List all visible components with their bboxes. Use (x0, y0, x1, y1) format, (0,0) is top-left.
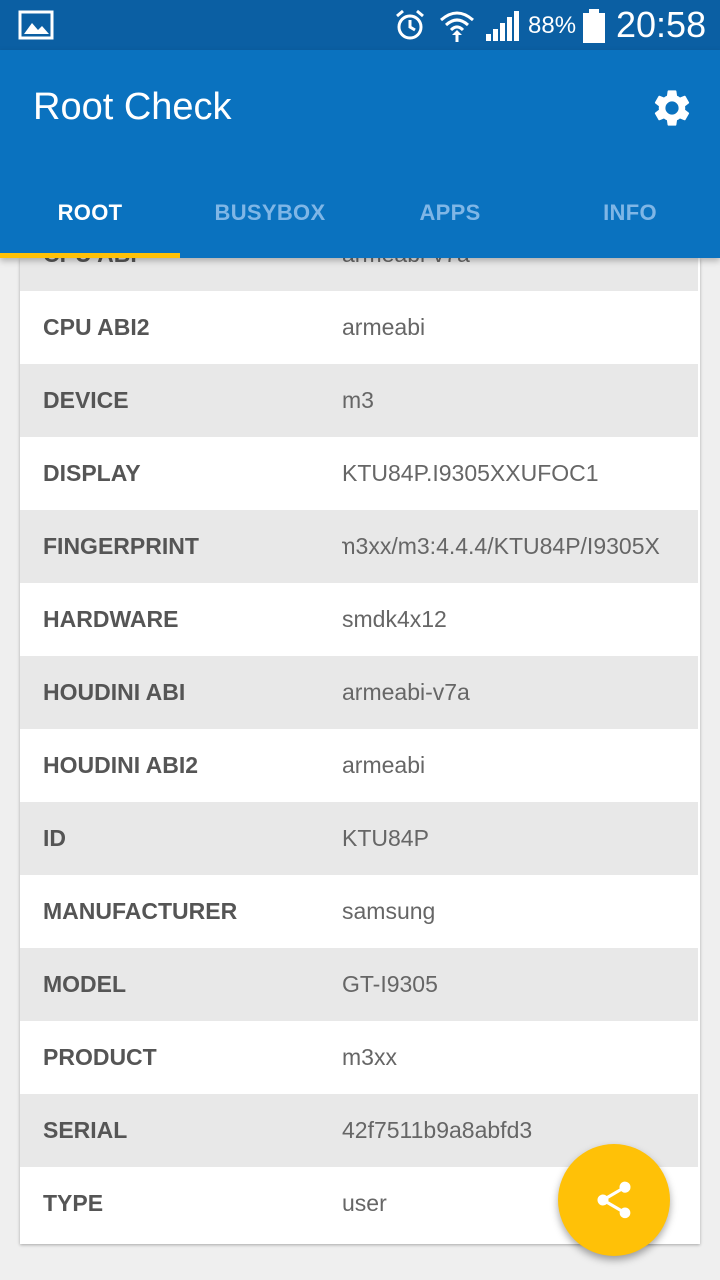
tab-apps[interactable]: APPS (360, 168, 540, 258)
property-value: armeabi (342, 314, 426, 340)
table-row: HARDWARE smdk4x12 (20, 583, 700, 656)
property-value: GT-I9305 (342, 971, 438, 997)
property-value: KTU84P.I9305XXUFOC1 (342, 460, 599, 486)
table-row[interactable]: FINGERPRINT /m3xx/m3:4.4.4/KTU84P/I9305X (20, 510, 698, 583)
battery-icon (583, 9, 605, 43)
status-bar: 88% 20:58 (0, 0, 720, 50)
table-row: CPU ABI armeabi-v7a (20, 258, 698, 291)
table-row: HOUDINI ABI2 armeabi (20, 729, 700, 802)
property-value: armeabi-v7a (342, 679, 470, 705)
tab-busybox[interactable]: BUSYBOX (180, 168, 360, 258)
property-value: samsung (342, 898, 436, 924)
property-key: DEVICE (43, 387, 129, 413)
property-key: DISPLAY (43, 460, 141, 486)
table-row: MODEL GT-I9305 (20, 948, 698, 1021)
property-key: SERIAL (43, 1117, 128, 1143)
property-value: armeabi-v7a (342, 258, 698, 268)
wifi-icon (440, 11, 474, 42)
table-row: MANUFACTURER samsung (20, 875, 700, 948)
property-list: CPU ABI armeabi-v7a CPU ABI2 armeabi DEV… (20, 258, 700, 1240)
share-icon (597, 1181, 631, 1219)
signal-icon (486, 11, 519, 41)
property-key: PRODUCT (43, 1044, 157, 1070)
property-key: HOUDINI ABI (43, 679, 186, 705)
battery-percent: 88% (528, 12, 577, 39)
status-clock: 20:58 (616, 4, 707, 45)
share-button[interactable] (558, 1144, 670, 1256)
property-value: KTU84P (342, 825, 429, 851)
table-row: CPU ABI2 armeabi (20, 291, 700, 364)
property-key: TYPE (43, 1190, 104, 1216)
property-key: CPU ABI (20, 258, 342, 268)
table-row: DISPLAY KTU84P.I9305XXUFOC1 (20, 437, 700, 510)
build-properties-card[interactable]: CPU ABI armeabi-v7a CPU ABI2 armeabi DEV… (20, 258, 700, 1244)
property-value: smdk4x12 (342, 606, 447, 632)
tab-info[interactable]: INFO (540, 168, 720, 258)
property-key: MODEL (43, 971, 127, 997)
property-value: m3xx (342, 1044, 397, 1070)
table-row: ID KTU84P (20, 802, 698, 875)
property-key: ID (43, 825, 66, 851)
property-key: CPU ABI2 (43, 314, 150, 340)
table-row: HOUDINI ABI armeabi-v7a (20, 656, 698, 729)
property-key: FINGERPRINT (43, 533, 199, 559)
property-key: MANUFACTURER (43, 898, 238, 924)
tab-bar: ROOT BUSYBOX APPS INFO (0, 168, 720, 258)
property-value-scrollable[interactable]: /m3xx/m3:4.4.4/KTU84P/I9305X (342, 533, 698, 560)
property-value: m3 (342, 387, 374, 413)
alarm-icon (396, 9, 424, 40)
app-bar: Root Check ROOT BUSYBOX APPS INFO (0, 50, 720, 258)
gear-icon (654, 90, 690, 126)
settings-button[interactable] (642, 78, 702, 138)
table-row: PRODUCT m3xx (20, 1021, 700, 1094)
property-key: HARDWARE (43, 606, 179, 632)
app-title: Root Check (33, 86, 232, 128)
property-value: armeabi (342, 752, 426, 778)
table-row: DEVICE m3 (20, 364, 698, 437)
gallery-icon (18, 10, 54, 40)
tab-root[interactable]: ROOT (0, 168, 180, 258)
property-key: HOUDINI ABI2 (43, 752, 199, 778)
property-value: 42f7511b9a8abfd3 (342, 1117, 533, 1143)
